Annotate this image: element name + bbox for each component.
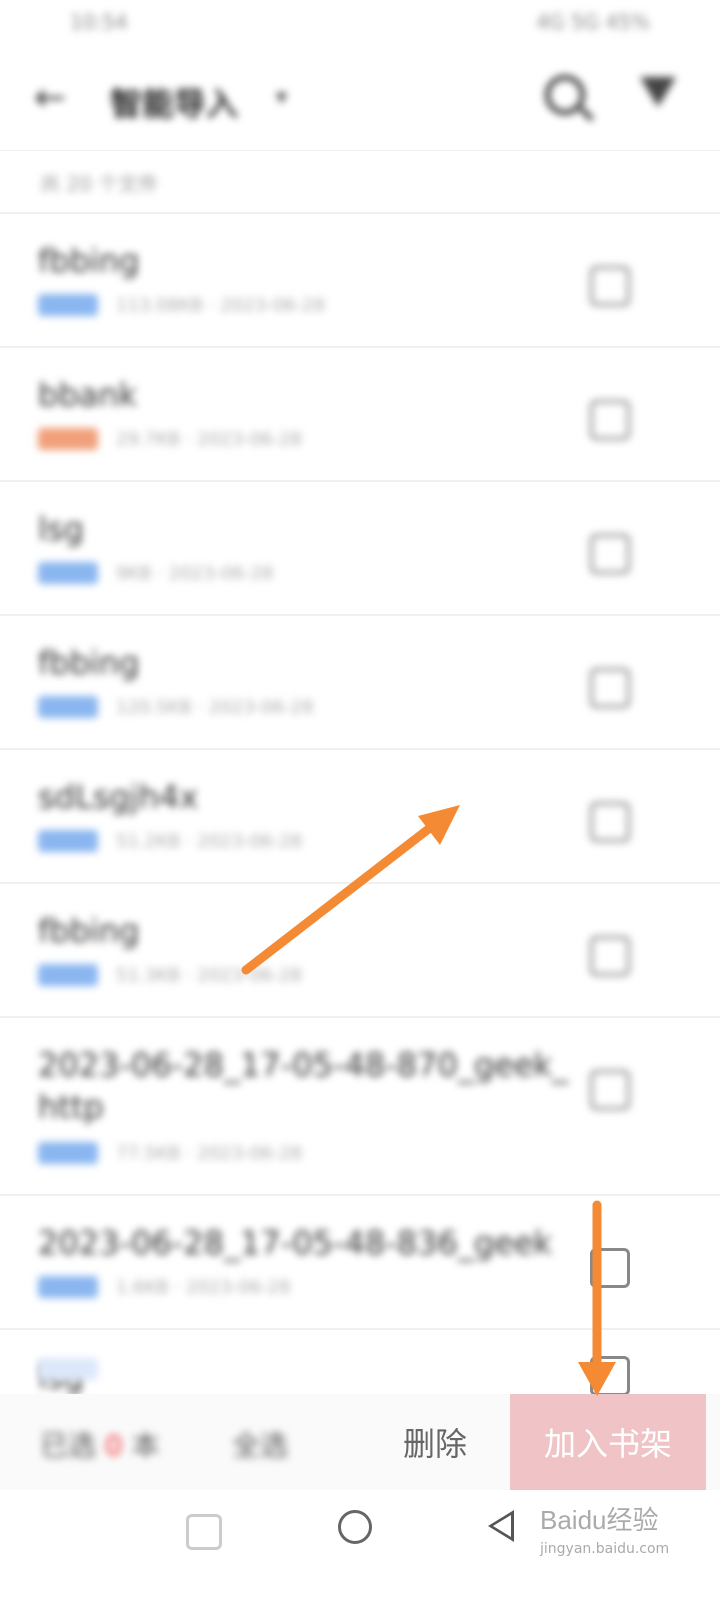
file-checkbox[interactable]: [590, 266, 630, 306]
file-meta: 51.2KB · 2023-06-28: [38, 830, 302, 852]
file-meta: 51.3KB · 2023-06-28: [38, 964, 302, 986]
file-name: 2023-06-28_17-05-48-870_geek_http: [38, 1046, 569, 1126]
file-meta: 120.5KB · 2023-06-28: [38, 696, 313, 718]
file-list: fbbing 113.08KB · 2023-06-28 bbank 29.7KB ·…: [0, 212, 720, 1410]
page-title[interactable]: 智能导入: [110, 79, 238, 125]
file-type-tag: [38, 294, 98, 316]
file-checkbox[interactable]: [590, 802, 630, 842]
file-type-tag: [38, 964, 98, 986]
selected-suffix: 本: [131, 1429, 160, 1462]
watermark-site: jingyan.baidu.com: [540, 1541, 670, 1557]
file-meta: 77.5KB · 2023-06-28: [38, 1142, 302, 1164]
file-checkbox[interactable]: [590, 534, 630, 574]
file-checkbox[interactable]: [590, 400, 630, 440]
watermark-brand: Baidu经验: [540, 1505, 659, 1535]
recent-apps-icon[interactable]: [186, 1514, 222, 1550]
file-size-date: 77.5KB · 2023-06-28: [116, 1142, 303, 1164]
header-divider: [0, 150, 720, 151]
file-type-tag: [38, 428, 98, 450]
file-checkbox[interactable]: [590, 1070, 630, 1110]
file-list-item[interactable]: 2023-06-28_17-05-48-870_geek_http 77.5KB …: [0, 1016, 720, 1194]
file-checkbox[interactable]: [590, 936, 630, 976]
select-all-button[interactable]: 全选: [232, 1424, 288, 1464]
caret-down-icon[interactable]: ▾: [276, 85, 287, 110]
file-meta: 9KB · 2023-06-28: [38, 562, 273, 584]
file-size-date: 51.3KB · 2023-06-28: [116, 964, 303, 986]
file-size-date: 1.6KB · 2023-06-28: [116, 1276, 291, 1298]
file-name: bbank: [38, 376, 138, 414]
file-list-item[interactable]: lsg 9KB · 2023-06-28: [0, 480, 720, 614]
file-name: 2023-06-28_17-05-48-836_geek: [38, 1224, 553, 1262]
file-type-tag: [38, 562, 98, 584]
file-list-item[interactable]: fbbing 51.3KB · 2023-06-28: [0, 882, 720, 1016]
file-list-item[interactable]: fbbing 120.5KB · 2023-06-28: [0, 614, 720, 748]
file-list-item[interactable]: bbank 29.7KB · 2023-06-28: [0, 346, 720, 480]
file-name: lsg: [38, 510, 84, 548]
file-list-item[interactable]: sdLsgjh4x 51.2KB · 2023-06-28: [0, 748, 720, 882]
selected-prefix: 已选: [40, 1429, 97, 1462]
bottom-action-bar: 已选 0 本 全选 删除 加入书架: [0, 1394, 720, 1490]
file-name: fbbing: [38, 912, 140, 950]
file-meta: 113.08KB · 2023-06-28: [38, 294, 325, 316]
file-name: sdLsgjh4x: [38, 778, 199, 816]
file-checkbox[interactable]: [590, 1248, 630, 1288]
file-meta: 29.7KB · 2023-06-28: [38, 428, 302, 450]
home-icon[interactable]: [338, 1510, 372, 1544]
file-size-date: 51.2KB · 2023-06-28: [116, 830, 303, 852]
back-arrow-icon[interactable]: ←: [34, 75, 66, 119]
file-meta: 1.6KB · 2023-06-28: [38, 1276, 291, 1298]
file-size-date: 9KB · 2023-06-28: [116, 562, 274, 584]
selected-count-label: 已选 0 本: [40, 1424, 160, 1464]
status-bar: 10:54 4G 5G 45%: [0, 0, 720, 50]
delete-button[interactable]: 删除: [360, 1394, 510, 1490]
file-type-tag: [38, 830, 98, 852]
filter-icon[interactable]: [640, 77, 676, 107]
file-name: fbbing: [38, 644, 140, 682]
file-size-date: 113.08KB · 2023-06-28: [116, 294, 325, 316]
status-icons: 4G 5G 45%: [536, 10, 650, 34]
file-type-tag: [38, 1276, 98, 1298]
file-type-tag: [38, 1358, 98, 1380]
file-size-date: 120.5KB · 2023-06-28: [116, 696, 314, 718]
header: ← 智能导入 ▾: [0, 55, 720, 145]
baidu-watermark: Baidu经验 jingyan.baidu.com: [540, 1500, 669, 1557]
back-triangle-icon[interactable]: [488, 1510, 514, 1542]
file-type-tag: [38, 1142, 98, 1164]
status-time: 10:54: [70, 10, 128, 34]
search-icon[interactable]: [545, 75, 585, 115]
file-list-item[interactable]: 2023-06-28_17-05-48-836_geek 1.6KB · 2023…: [0, 1194, 720, 1328]
file-checkbox[interactable]: [590, 1356, 630, 1396]
file-count-summary: 共 20 个文件: [40, 172, 159, 196]
selected-count: 0: [104, 1429, 123, 1462]
file-list-item[interactable]: fbbing 113.08KB · 2023-06-28: [0, 212, 720, 346]
add-to-shelf-button[interactable]: 加入书架: [510, 1394, 706, 1490]
file-name: fbbing: [38, 242, 140, 280]
file-checkbox[interactable]: [590, 668, 630, 708]
file-meta: [38, 1358, 116, 1380]
file-type-tag: [38, 696, 98, 718]
file-size-date: 29.7KB · 2023-06-28: [116, 428, 303, 450]
